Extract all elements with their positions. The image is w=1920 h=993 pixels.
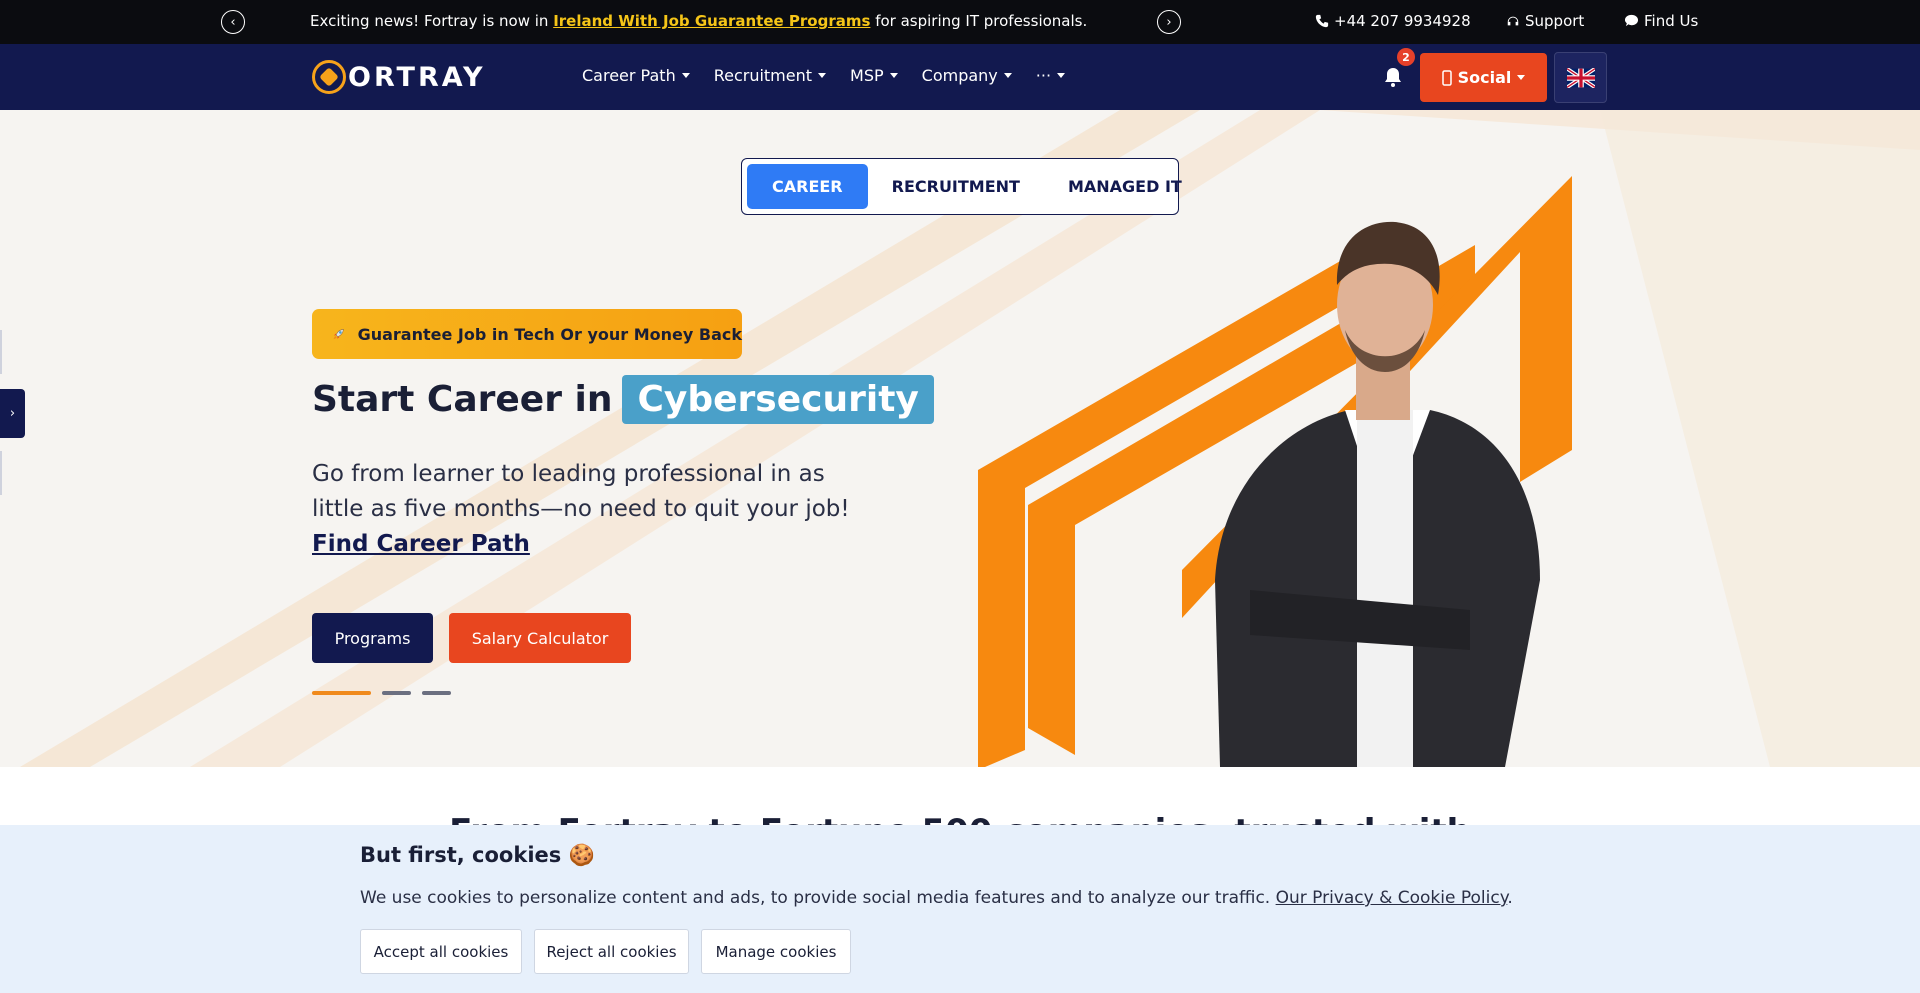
service-tabs: CAREER RECRUITMENT MANAGED IT — [741, 158, 1182, 215]
chat-icon — [1624, 14, 1639, 27]
bell-icon[interactable] — [1383, 66, 1403, 88]
caret-down-icon — [1003, 73, 1012, 78]
uk-flag-icon — [1566, 67, 1595, 88]
support-link[interactable]: Support — [1506, 12, 1584, 30]
caret-down-icon — [1057, 73, 1066, 78]
cookie-period: . — [1507, 888, 1513, 908]
hero-subtext: Go from learner to leading professional … — [312, 457, 872, 562]
side-panel-toggle[interactable]: › — [0, 389, 25, 438]
headline-highlight: Cybersecurity — [622, 375, 934, 424]
guarantee-pill: Guarantee Job in Tech Or your Money Back — [312, 309, 742, 359]
caret-down-icon — [889, 73, 898, 78]
social-label: Social — [1457, 68, 1512, 87]
nav-item-more[interactable]: ··· — [1035, 66, 1066, 85]
rocket-icon — [333, 328, 344, 340]
cookie-body: We use cookies to personalize content an… — [360, 888, 1276, 908]
find-us-link[interactable]: Find Us — [1624, 12, 1698, 30]
find-us-label: Find Us — [1644, 12, 1699, 30]
cookie-title: But first, cookies 🍪 — [360, 843, 595, 867]
chevron-left-icon[interactable]: ‹ — [221, 10, 245, 34]
hero-headline: Start Career in Cybersecurity — [312, 375, 934, 424]
phone-link[interactable]: +44 207 9934928 — [1315, 12, 1471, 30]
salary-calculator-button[interactable]: Salary Calculator — [449, 613, 631, 663]
announcement-message: Exciting news! Fortray is now in Ireland… — [310, 12, 1087, 30]
accept-all-cookies-button[interactable]: Accept all cookies — [360, 929, 522, 974]
logo-text: ORTRAY — [348, 61, 486, 93]
nav-label: Recruitment — [713, 66, 813, 85]
caret-down-icon — [818, 73, 827, 78]
nav-label: Company — [921, 66, 998, 85]
pill-text: Guarantee Job in Tech Or your Money Back — [357, 324, 742, 344]
mobile-phone-icon — [1441, 69, 1452, 86]
announcement-bar: ‹ Exciting news! Fortray is now in Irela… — [0, 0, 1920, 44]
phone-number: +44 207 9934928 — [1334, 12, 1471, 30]
notification-badge: 2 — [1397, 48, 1415, 66]
slide-indicators — [312, 691, 451, 695]
fortray-logo[interactable]: ORTRAY — [312, 60, 486, 94]
slide-indicator-1[interactable] — [312, 691, 371, 695]
nav-label: ··· — [1035, 66, 1052, 85]
cookie-text: We use cookies to personalize content an… — [360, 888, 1513, 908]
reject-all-cookies-button[interactable]: Reject all cookies — [534, 929, 689, 974]
hero-section: CAREER RECRUITMENT MANAGED IT Guarantee … — [0, 110, 1920, 767]
social-button[interactable]: Social — [1420, 53, 1547, 102]
nav-links: Career Path Recruitment MSP Company ··· — [582, 66, 1089, 85]
tab-recruitment[interactable]: RECRUITMENT — [868, 164, 1044, 209]
subtext-body: Go from learner to leading professional … — [312, 461, 850, 522]
support-label: Support — [1525, 12, 1585, 30]
announcement-suffix: for aspiring IT professionals. — [870, 12, 1088, 30]
nav-item-career-path[interactable]: Career Path — [582, 66, 690, 85]
caret-down-icon — [681, 73, 690, 78]
slide-indicator-3[interactable] — [422, 691, 451, 695]
side-marker — [0, 451, 2, 495]
caret-down-icon — [1517, 75, 1526, 80]
hero-person-image — [1215, 221, 1540, 767]
main-navbar: ORTRAY Career Path Recruitment MSP Compa… — [0, 44, 1920, 110]
nav-label: Career Path — [582, 66, 676, 85]
nav-label: MSP — [850, 66, 884, 85]
nav-item-recruitment[interactable]: Recruitment — [713, 66, 827, 85]
nav-item-msp[interactable]: MSP — [850, 66, 898, 85]
phone-icon — [1315, 14, 1329, 28]
nav-item-company[interactable]: Company — [922, 66, 1012, 85]
manage-cookies-button[interactable]: Manage cookies — [701, 929, 851, 974]
announcement-link[interactable]: Ireland With Job Guarantee Programs — [553, 12, 870, 30]
side-marker — [0, 330, 2, 374]
language-selector[interactable] — [1554, 52, 1607, 103]
slide-indicator-2[interactable] — [382, 691, 411, 695]
programs-button[interactable]: Programs — [312, 613, 433, 663]
headline-prefix: Start Career in — [312, 379, 613, 420]
chevron-right-icon[interactable]: › — [1157, 10, 1181, 34]
privacy-policy-link[interactable]: Our Privacy & Cookie Policy — [1276, 888, 1508, 908]
headset-icon — [1507, 16, 1519, 26]
tab-managed-it[interactable]: MANAGED IT — [1044, 164, 1206, 209]
tab-career[interactable]: CAREER — [747, 164, 868, 209]
find-career-path-link[interactable]: Find Career Path — [312, 531, 530, 557]
announcement-prefix: Exciting news! Fortray is now in — [310, 12, 554, 30]
chevron-right-icon: › — [9, 406, 16, 421]
logo-mark-icon — [312, 60, 346, 94]
cookie-banner: But first, cookies 🍪 We use cookies to p… — [0, 825, 1920, 993]
